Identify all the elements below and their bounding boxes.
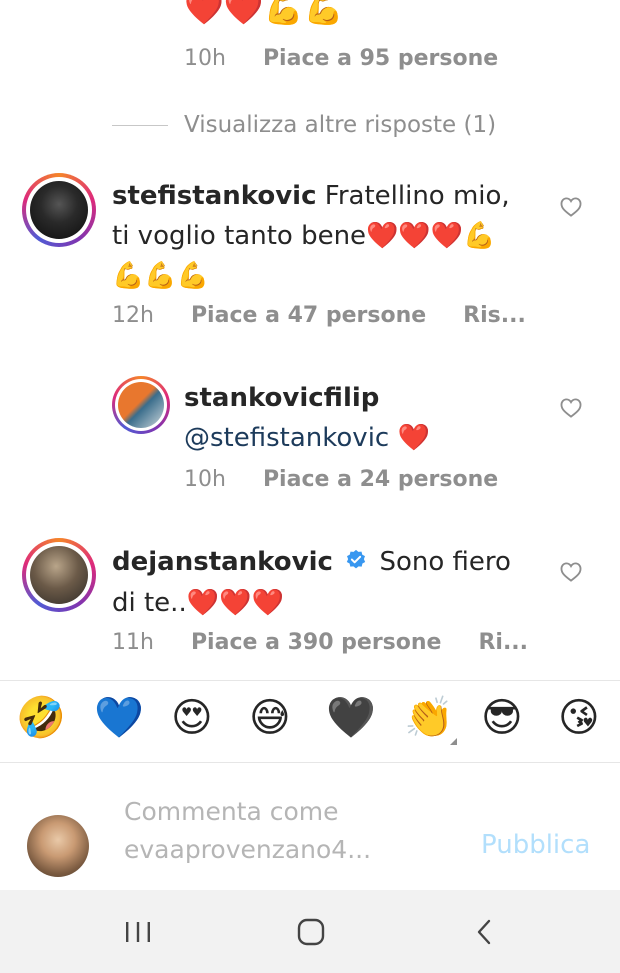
emoji-blue-heart-button[interactable]: 💙 [94, 694, 144, 742]
top-comment-meta: 10h Piace a 95 persone [184, 46, 528, 71]
comment-username[interactable]: stankovicfilip [184, 378, 544, 418]
view-more-replies-button[interactable]: Visualizza altre risposte (1) [184, 112, 496, 138]
likes-count-link[interactable]: Piace a 47 persone [191, 303, 426, 328]
reply-button[interactable]: Ris... [463, 303, 526, 328]
like-heart-icon[interactable] [560, 398, 582, 418]
emoji-black-heart-button[interactable]: 🖤 [326, 694, 376, 742]
comment-time: 11h [112, 630, 154, 655]
emoji-sweat-smile-button[interactable]: 😅 [249, 694, 291, 742]
comment-text-line: ti voglio tanto bene❤️❤️❤️💪 [112, 221, 496, 251]
comment-username[interactable]: dejanstankovic [112, 547, 333, 577]
comment-text: Sono fiero [379, 547, 511, 577]
emoji-bar-bottom-divider [0, 762, 620, 763]
publish-button[interactable]: Pubblica [481, 830, 590, 860]
emoji-bar-top-divider [0, 680, 620, 681]
comment-text-line: 💪💪💪 [112, 261, 210, 291]
comment-text: Fratellino mio, [324, 181, 510, 211]
home-icon[interactable] [297, 918, 325, 946]
emoji-rofl-button[interactable]: 🤣 [16, 694, 66, 742]
verified-badge-icon [345, 543, 367, 583]
likes-count-link[interactable]: Piace a 95 persone [263, 46, 498, 71]
comment-username[interactable]: stefistankovic [112, 181, 317, 211]
comment-text-line: di te..❤️❤️❤️ [112, 587, 284, 618]
emoji-sunglasses-button[interactable]: 😎 [481, 694, 523, 742]
avatar-ring[interactable] [112, 376, 170, 434]
back-icon[interactable] [474, 918, 494, 946]
skin-tone-indicator-icon [450, 738, 457, 745]
mention-link[interactable]: @stefistankovic [184, 423, 389, 453]
comment-text: ❤️ [397, 423, 430, 453]
avatar [118, 382, 164, 428]
comment-input-field[interactable]: Commenta come evaaprovenzano4... [124, 793, 444, 869]
avatar [30, 546, 88, 604]
comment-body: stankovicfilip @stefistankovic ❤️ [184, 378, 544, 458]
comment-body: dejanstankovic Sono fiero di te..❤️❤️❤️ [112, 542, 542, 623]
avatar-ring[interactable] [22, 173, 96, 247]
replies-divider-line [112, 125, 168, 126]
likes-count-link[interactable]: Piace a 24 persone [263, 467, 498, 492]
emoji-quick-bar: 🤣 💙 😍 😅 🖤 👏 😎 😘 [0, 694, 620, 750]
system-navigation-bar [0, 890, 620, 973]
like-heart-icon[interactable] [560, 197, 582, 217]
like-heart-icon[interactable] [560, 562, 582, 582]
comment-time: 10h [184, 467, 226, 492]
current-user-avatar [27, 815, 89, 877]
comment-input-placeholder: evaaprovenzano4... [124, 835, 372, 864]
avatar-ring[interactable] [22, 538, 96, 612]
comment-body: stefistankovic Fratellino mio, ti voglio… [112, 176, 542, 296]
comment-meta: 11h Piace a 390 persone Ri... [112, 630, 558, 655]
emoji-kiss-button[interactable]: 😘 [558, 694, 600, 742]
comment-meta: 12h Piace a 47 persone Ris... [112, 303, 556, 328]
comment-meta: 10h Piace a 24 persone [184, 467, 528, 492]
reply-button[interactable]: Ri... [478, 630, 528, 655]
emoji-heart-eyes-button[interactable]: 😍 [171, 694, 213, 742]
emoji-clap-button[interactable]: 👏 [404, 694, 454, 742]
recents-icon[interactable] [124, 921, 152, 943]
comment-time: 10h [184, 46, 226, 71]
comment-time: 12h [112, 303, 154, 328]
likes-count-link[interactable]: Piace a 390 persone [191, 630, 442, 655]
avatar [30, 181, 88, 239]
comment-input-placeholder: Commenta come [124, 797, 339, 826]
top-comment-emojis: ❤️❤️💪💪 [184, 0, 344, 27]
